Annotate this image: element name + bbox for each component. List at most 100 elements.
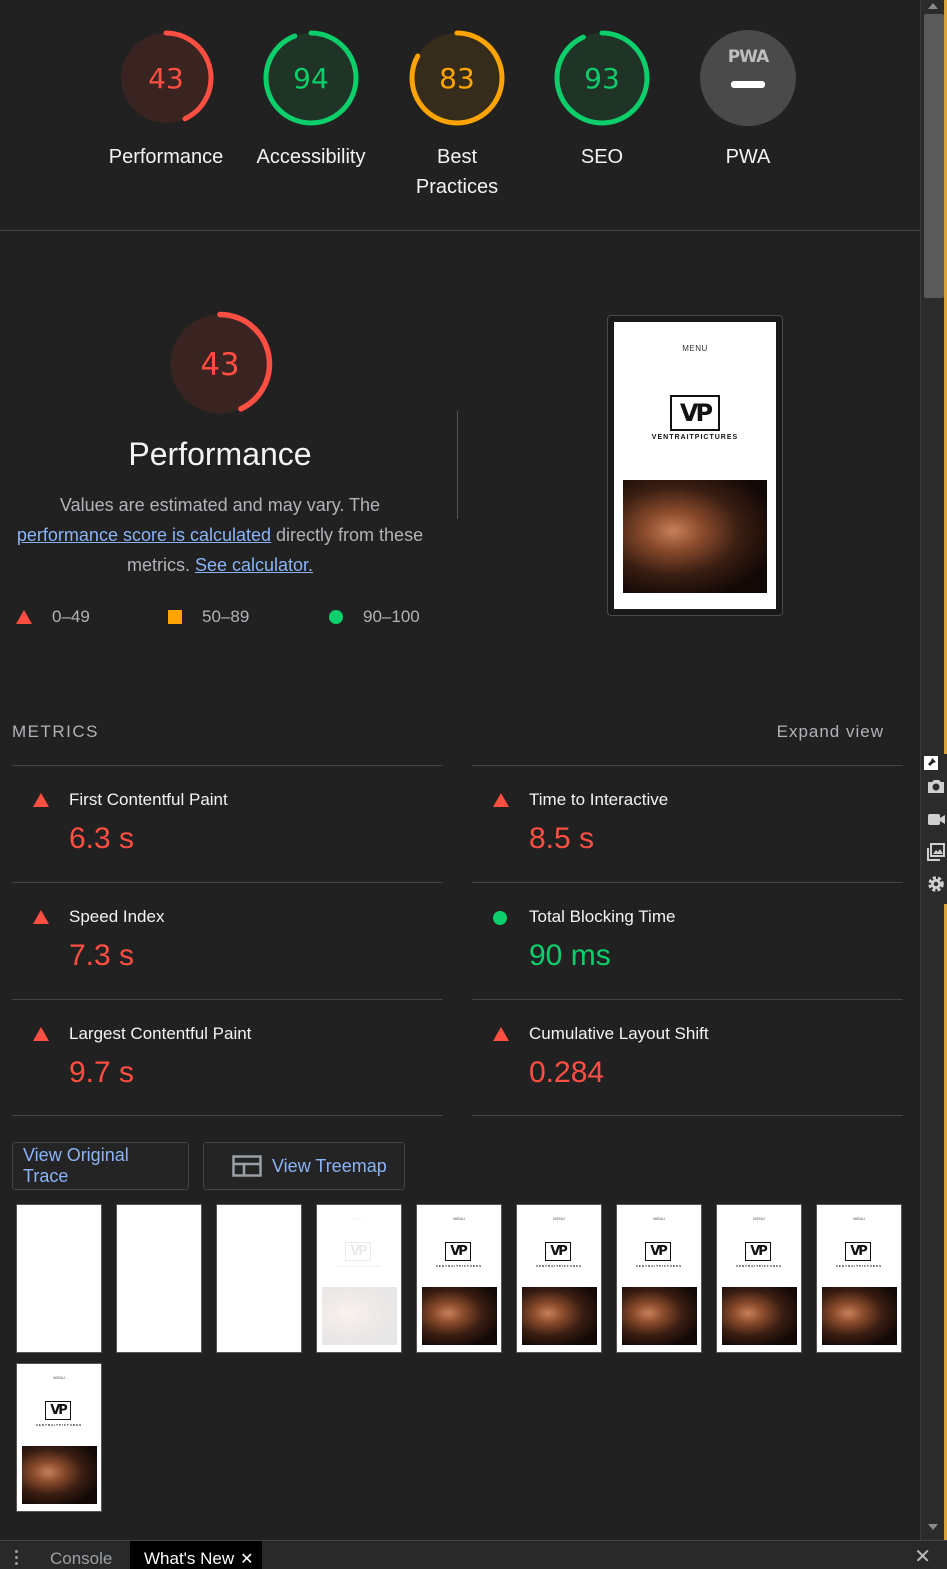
vp-logo: VP <box>745 1242 771 1261</box>
tab-label: What's New <box>144 1549 235 1568</box>
see-calculator-link[interactable]: See calculator. <box>195 555 313 575</box>
metric-total-blocking-time: Total Blocking Time 90 ms <box>472 882 903 999</box>
gauge-ring: 93 <box>554 30 650 126</box>
circle-icon <box>329 610 343 624</box>
lighthouse-report: 43 Performance 94 Accessibility 83 Best … <box>0 0 920 1540</box>
vp-logo: VP <box>445 1242 471 1261</box>
portrait-image <box>22 1446 97 1504</box>
legend-label: 90–100 <box>363 607 420 626</box>
metric-title: Speed Index <box>69 907 165 926</box>
close-drawer-icon[interactable]: ✕ <box>914 1547 931 1567</box>
frame-brand: VENTRAITPICTURES <box>435 1264 483 1268</box>
screenshot-page: MENU VP VENTRAITPICTURES <box>614 322 776 609</box>
filmstrip-frame <box>116 1204 202 1353</box>
frame-brand: VENTRAITPICTURES <box>635 1264 683 1268</box>
filmstrip-frame: MENU VP VENTRAITPICTURES <box>416 1204 502 1353</box>
preview-brand: VENTRAITPICTURES <box>651 434 739 441</box>
circle-icon <box>493 911 507 925</box>
gauge-seo[interactable]: 93 SEO <box>532 28 672 172</box>
filmstrip-frame: MENU VP VENTRAITPICTURES <box>816 1204 902 1353</box>
triangle-icon <box>33 793 49 807</box>
view-treemap-button[interactable]: View Treemap <box>203 1142 405 1190</box>
metric-speed-index: Speed Index 7.3 s <box>12 882 443 999</box>
filmstrip-frame <box>16 1204 102 1353</box>
gallery-icon[interactable] <box>926 842 946 862</box>
frame-brand: VENTRAITPICTURES <box>535 1264 583 1268</box>
treemap-icon <box>232 1155 262 1177</box>
video-icon[interactable] <box>926 809 946 829</box>
performance-gauge: 43 <box>167 311 273 417</box>
gauge-score: 94 <box>293 62 329 95</box>
tab-whats-new[interactable]: What's New ✕ <box>130 1541 262 1569</box>
category-gauges: 43 Performance 94 Accessibility 83 Best … <box>0 0 920 231</box>
gauge-label: Performance <box>108 146 224 168</box>
metric-value: 6.3 s <box>69 822 135 855</box>
portrait-image <box>622 1287 697 1345</box>
gauge-label: PWA <box>725 146 771 168</box>
gauge-performance[interactable]: 43 Performance <box>96 28 236 172</box>
vp-logo: VP <box>645 1242 671 1261</box>
metrics-heading: METRICS <box>12 722 99 741</box>
metric-title: First Contentful Paint <box>69 790 228 809</box>
gauge-ring: 94 <box>263 30 359 126</box>
desc-text: Values are estimated and may vary. The <box>59 495 381 515</box>
performance-title: Performance <box>128 436 312 472</box>
frame-menu: MENU <box>453 1216 465 1221</box>
frame-brand: VENTRAITPICTURES <box>335 1264 383 1268</box>
metric-title: Time to Interactive <box>529 790 669 809</box>
close-tab-icon[interactable]: ✕ <box>240 1542 253 1569</box>
vp-logo: VP <box>670 395 720 431</box>
expand-view-toggle[interactable]: Expand view <box>777 722 884 742</box>
metric-value: 7.3 s <box>69 939 135 972</box>
tab-console[interactable]: Console <box>36 1541 126 1569</box>
gauge-ring: 43 <box>118 30 214 126</box>
frame-menu: MENU <box>353 1216 365 1221</box>
performance-description: Values are estimated and may vary. The p… <box>12 490 428 580</box>
gauge-label: SEO <box>580 146 624 168</box>
portrait-image <box>623 480 767 593</box>
vp-logo: VP <box>345 1242 371 1261</box>
pin-icon[interactable] <box>924 756 938 770</box>
metric-title: Total Blocking Time <box>529 907 676 926</box>
camera-icon[interactable] <box>926 776 946 796</box>
frame-brand: VENTRAITPICTURES <box>735 1264 783 1268</box>
frame-menu: MENU <box>853 1216 865 1221</box>
final-screenshot[interactable]: MENU VP VENTRAITPICTURES <box>607 315 783 616</box>
frame-menu: MENU <box>553 1216 565 1221</box>
frame-menu: MENU <box>753 1216 765 1221</box>
filmstrip-frame: MENU VP VENTRAITPICTURES <box>516 1204 602 1353</box>
view-original-trace-button[interactable]: View Original Trace <box>12 1142 189 1190</box>
triangle-icon <box>33 910 49 924</box>
gauge-pwa[interactable]: PWA PWA <box>678 28 818 172</box>
legend-fail: 0–49 <box>16 607 90 627</box>
square-icon <box>168 610 182 624</box>
metric-first-contentful-paint: First Contentful Paint 6.3 s <box>12 765 443 882</box>
divider <box>457 411 458 519</box>
preview-menu: MENU <box>682 344 708 353</box>
drawer-tabbar: Console What's New ✕ ✕ <box>0 1540 947 1569</box>
scroll-down-arrow-icon[interactable] <box>928 1524 938 1530</box>
vp-logo: VP <box>545 1242 571 1261</box>
metric-cumulative-layout-shift: Cumulative Layout Shift 0.284 <box>472 999 903 1116</box>
frame-menu: MENU <box>53 1375 65 1380</box>
scrollbar-thumb[interactable] <box>924 14 944 298</box>
gauge-score: 83 <box>439 62 475 95</box>
triangle-icon <box>33 1027 49 1041</box>
score-calculated-link[interactable]: performance score is calculated <box>17 525 271 545</box>
triangle-icon <box>493 1027 509 1041</box>
frame-menu: MENU <box>653 1216 665 1221</box>
filmstrip-frame: MENU VP VENTRAITPICTURES <box>616 1204 702 1353</box>
scroll-up-arrow-icon[interactable] <box>928 3 938 9</box>
gear-icon[interactable] <box>926 874 946 894</box>
gauge-accessibility[interactable]: 94 Accessibility <box>241 28 381 172</box>
gauge-best-practices[interactable]: 83 Best Practices <box>387 28 527 202</box>
frame-brand: VENTRAITPICTURES <box>835 1264 883 1268</box>
filmstrip-frame: MENU VP VENTRAITPICTURES <box>16 1363 102 1512</box>
button-label: View Treemap <box>272 1155 387 1176</box>
portrait-image <box>422 1287 497 1345</box>
metric-largest-contentful-paint: Largest Contentful Paint 9.7 s <box>12 999 443 1116</box>
gauge-score: 43 <box>148 62 184 95</box>
legend-label: 0–49 <box>52 607 90 626</box>
pwa-badge-icon: PWA <box>700 30 796 126</box>
more-tools-icon[interactable] <box>15 1550 19 1568</box>
